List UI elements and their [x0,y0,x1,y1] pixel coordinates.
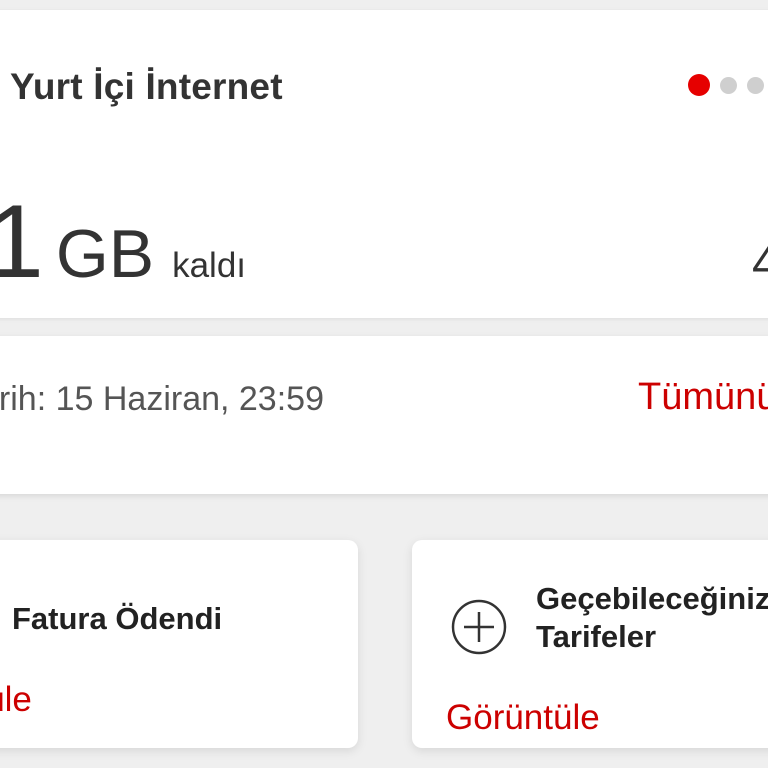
renewal-date-text: arih: 15 Haziran, 23:59 [0,380,324,418]
total-amount: 4 [752,237,768,290]
pager-dot[interactable] [747,76,764,94]
view-tariffs-link[interactable]: Görüntüle [446,698,600,738]
tile-title-line1: Geçebileceğiniz [536,581,768,616]
card-title: Yurt İçi İnternet [10,66,283,107]
remaining-amount: 1 GB kaldı [0,190,246,294]
pager-dot-active[interactable] [688,74,710,96]
available-tariffs-tile[interactable]: Geçebileceğiniz Tarifeler Görüntüle [412,540,768,748]
page: Yurt İçi İnternet 1 GB kaldı 4 arih: 15 … [0,0,768,768]
internet-usage-card[interactable]: Yurt İçi İnternet 1 GB kaldı 4 [0,10,768,318]
tile-title-line2: Tarifeler [536,619,657,654]
tile-title: Geçebileceğiniz Tarifeler [536,580,768,656]
plus-circle-icon [451,599,507,655]
view-invoice-link[interactable]: ntüle [0,680,32,720]
amount-value: 1 [0,184,44,300]
amount-suffix: kaldı [172,246,247,285]
carousel-pager[interactable] [688,74,764,96]
tile-title: Fatura Ödendi [12,601,223,636]
pager-dot[interactable] [720,76,737,94]
invoice-paid-tile[interactable]: Fatura Ödendi ntüle [0,540,358,748]
renewal-date-card: arih: 15 Haziran, 23:59 Tümünü [0,336,768,494]
see-all-link[interactable]: Tümünü [638,376,768,419]
amount-unit: GB [55,216,155,292]
